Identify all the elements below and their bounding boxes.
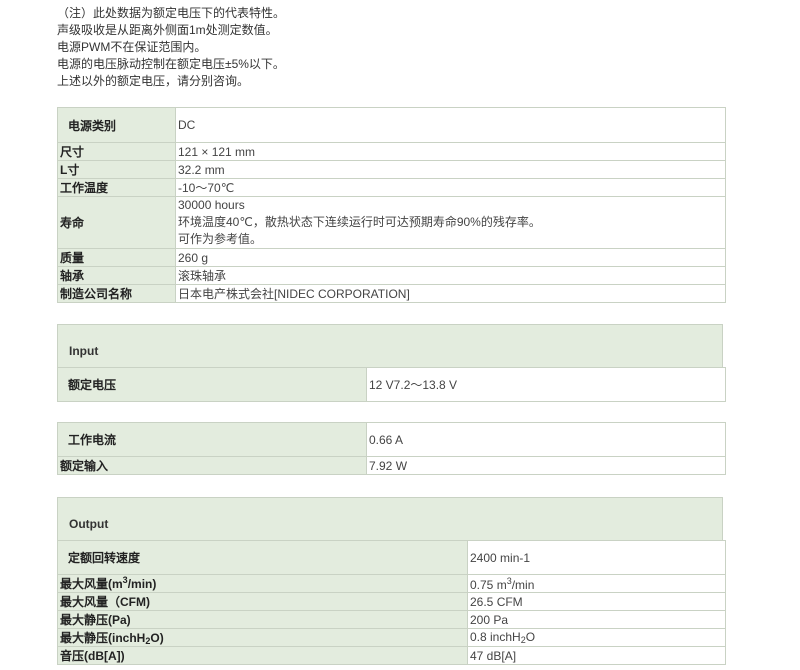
spec-row-lsize: L寸 32.2 mm (57, 160, 726, 179)
rated-voltage-value: 12 V7.2～13.8 V (366, 367, 726, 402)
airflow-m3-label-post: /min) (127, 577, 157, 591)
power-type-value: DC (175, 107, 726, 143)
spec-row-airflow-cfm: 最大风量（CFM) 26.5 CFM (57, 592, 726, 611)
note-line: 电源的电压脉动控制在额定电压±5%以下。 (57, 57, 285, 71)
pressure-pa-value: 200 Pa (467, 610, 726, 629)
spec-row-noise: 音压(dB[A]) 47 dB[A] (57, 646, 726, 665)
note-line: 声级吸收是从距离外侧面1m处测定数值。 (57, 23, 278, 37)
airflow-m3-label: 最大风量(m3/min) (57, 574, 468, 593)
spec-row-life: 寿命 30000 hours 环境温度40℃，散热状态下连续运行时可达预期寿命9… (57, 196, 726, 249)
power-type-label: 电源类别 (57, 107, 176, 143)
output-spec-table: 定额回转速度 2400 min-1 最大风量(m3/min) 0.75 m3/m… (57, 540, 726, 665)
maker-value: 日本电产株式会社[NIDEC CORPORATION] (175, 284, 726, 303)
airflow-m3-label-pre: 最大风量(m (60, 577, 123, 591)
rated-voltage-label: 额定电压 (57, 367, 367, 402)
pressure-inch-label-post: O) (150, 631, 164, 645)
output-section-heading: Output (57, 497, 723, 541)
note-line: 电源PWM不在保证范围内。 (57, 40, 207, 54)
lsize-value: 32.2 mm (175, 160, 726, 179)
lsize-label: L寸 (57, 160, 176, 179)
noise-value: 47 dB[A] (467, 646, 726, 665)
spec-row-maker: 制造公司名称 日本电产株式会社[NIDEC CORPORATION] (57, 284, 726, 303)
life-value-line: 30000 hours (178, 198, 245, 212)
input-current-table: 工作电流 0.66 A 额定输入 7.92 W (57, 422, 726, 475)
rated-input-value: 7.92 W (366, 456, 726, 475)
spec-row-current: 工作电流 0.66 A (57, 422, 726, 457)
airflow-m3-value-post: /min (511, 577, 535, 592)
note-line: 上述以外的额定电压，请分别咨询。 (57, 74, 250, 88)
pressure-inch-value-post: O (525, 630, 536, 644)
airflow-cfm-label: 最大风量（CFM) (57, 592, 468, 611)
spec-row-power-type: 电源类别 DC (57, 107, 726, 143)
pressure-inch-value-pre: 0.8 inchH (470, 630, 521, 644)
size-label: 尺寸 (57, 142, 176, 161)
spec-row-temp: 工作温度 -10～70℃ (57, 178, 726, 197)
noise-label: 音压(dB[A]) (57, 646, 468, 665)
temp-label: 工作温度 (57, 178, 176, 197)
spec-row-airflow-m3: 最大风量(m3/min) 0.75 m3/min (57, 574, 726, 593)
general-spec-table: 电源类别 DC 尺寸 121 × 121 mm L寸 32.2 mm 工作温度 … (57, 107, 726, 303)
spec-row-bearing: 轴承 滚珠轴承 (57, 266, 726, 285)
bearing-value: 滚珠轴承 (175, 266, 726, 285)
note-line: （注）此处数据为额定电压下的代表特性。 (57, 6, 286, 20)
spec-row-pressure-inch: 最大静压(inchH2O) 0.8 inchH2O (57, 628, 726, 647)
spec-row-pressure-pa: 最大静压(Pa) 200 Pa (57, 610, 726, 629)
input-section-heading: Input (57, 324, 723, 368)
speed-label: 定额回转速度 (57, 540, 468, 575)
bearing-label: 轴承 (57, 266, 176, 285)
airflow-cfm-value: 26.5 CFM (467, 592, 726, 611)
airflow-m3-value-pre: 0.75 m (470, 577, 507, 592)
current-value: 0.66 A (366, 422, 726, 457)
pressure-pa-label: 最大静压(Pa) (57, 610, 468, 629)
current-label: 工作电流 (57, 422, 367, 457)
size-value: 121 × 121 mm (175, 142, 726, 161)
pressure-inch-label: 最大静压(inchH2O) (57, 628, 468, 647)
spec-row-rated-voltage: 额定电压 12 V7.2～13.8 V (57, 367, 726, 402)
temp-value: -10～70℃ (175, 178, 726, 197)
life-label: 寿命 (57, 196, 176, 249)
notes-block: （注）此处数据为额定电压下的代表特性。 声级吸收是从距离外侧面1m处测定数值。 … (57, 5, 285, 90)
spec-row-mass: 质量 260 g (57, 248, 726, 267)
spec-row-rated-input: 额定输入 7.92 W (57, 456, 726, 475)
maker-label: 制造公司名称 (57, 284, 176, 303)
spec-row-size: 尺寸 121 × 121 mm (57, 142, 726, 161)
life-value-line: 可作为参考值。 (178, 232, 263, 246)
spec-row-speed: 定额回转速度 2400 min-1 (57, 540, 726, 575)
speed-value: 2400 min-1 (467, 540, 726, 575)
life-value-line: 环境温度40℃，散热状态下连续运行时可达预期寿命90%的残存率。 (178, 215, 541, 229)
life-value: 30000 hours 环境温度40℃，散热状态下连续运行时可达预期寿命90%的… (175, 196, 726, 249)
pressure-inch-value: 0.8 inchH2O (467, 628, 726, 647)
input-rated-table: 额定电压 12 V7.2～13.8 V (57, 367, 726, 402)
mass-value: 260 g (175, 248, 726, 267)
mass-label: 质量 (57, 248, 176, 267)
pressure-inch-label-pre: 最大静压(inchH (60, 631, 146, 645)
airflow-m3-value: 0.75 m3/min (467, 574, 726, 593)
rated-input-label: 额定输入 (57, 456, 367, 475)
